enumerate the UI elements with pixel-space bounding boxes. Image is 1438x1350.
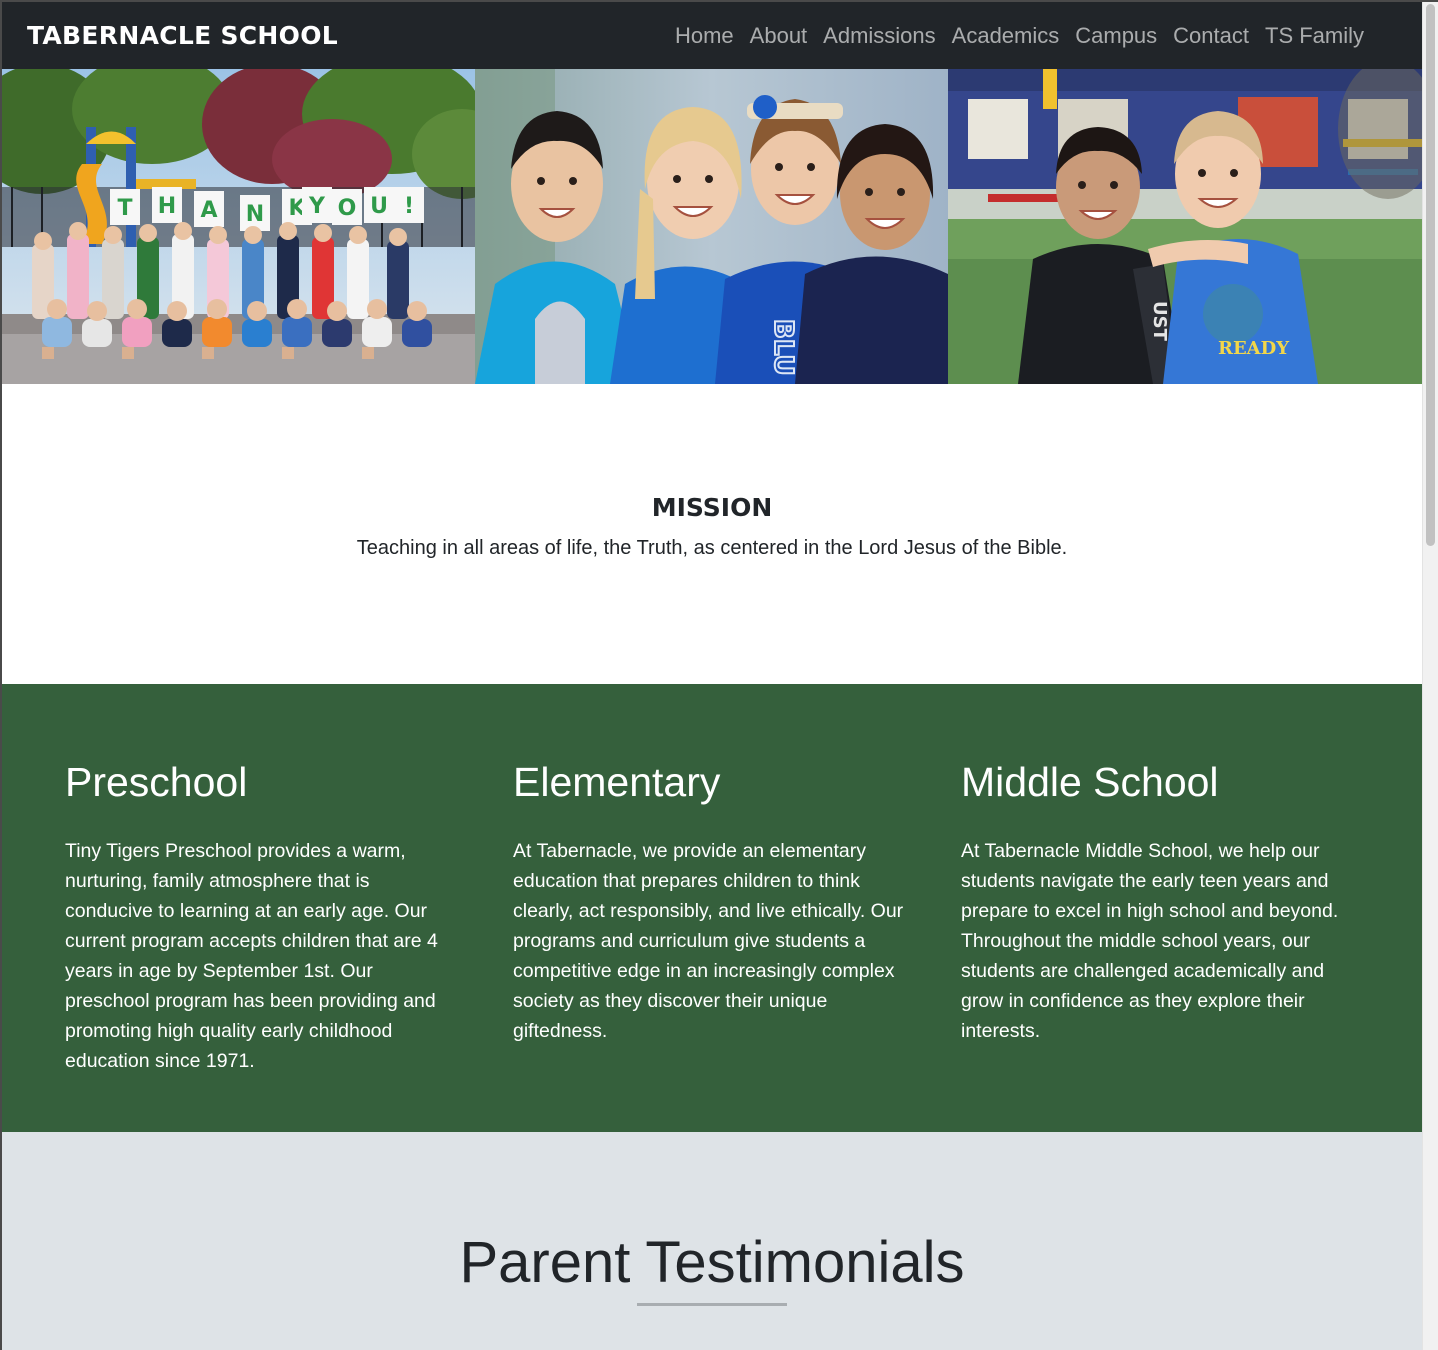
- testimonials-title: Parent Testimonials: [459, 1230, 965, 1295]
- program-preschool: Preschool Tiny Tigers Preschool provides…: [65, 756, 460, 1076]
- vertical-scrollbar[interactable]: [1422, 2, 1438, 1350]
- nav-links: Home About Admissions Academics Campus C…: [667, 20, 1372, 52]
- program-title-middle-school: Middle School: [961, 759, 1219, 805]
- testimonials-divider: [637, 1303, 787, 1306]
- four-students-photo: BLU BLU: [475, 69, 948, 384]
- playground-thank-you-photo: T H A N K Y O U !: [2, 69, 475, 384]
- program-text-middle-school: At Tabernacle Middle School, we help our…: [961, 840, 1339, 1042]
- nav-link-home[interactable]: Home: [667, 20, 742, 52]
- nav-link-academics[interactable]: Academics: [944, 20, 1068, 52]
- svg-text:Y: Y: [308, 194, 326, 219]
- svg-text:A: A: [200, 198, 217, 223]
- scrollbar-thumb[interactable]: [1426, 4, 1435, 546]
- mission-title: MISSION: [651, 493, 773, 522]
- mission-section: MISSION Teaching in all areas of life, t…: [2, 384, 1422, 684]
- brand-logo[interactable]: TABERNACLE SCHOOL: [27, 20, 338, 52]
- two-boys-photo-shirt-text: READY: [1218, 338, 1290, 359]
- svg-text:U: U: [370, 194, 388, 219]
- four-students-photo-shirt-text: BLU: [768, 319, 798, 376]
- nav-link-about[interactable]: About: [742, 20, 816, 52]
- mission-text: Teaching in all areas of life, the Truth…: [356, 537, 1068, 559]
- program-title-elementary: Elementary: [513, 759, 721, 805]
- svg-text:T: T: [117, 196, 132, 221]
- two-boys-photo: UST READY: [948, 69, 1422, 384]
- svg-text:UST: UST: [1149, 301, 1170, 342]
- svg-text:H: H: [158, 194, 176, 219]
- program-elementary: Elementary At Tabernacle, we provide an …: [513, 756, 908, 1046]
- svg-text:N: N: [246, 202, 264, 227]
- program-text-elementary: At Tabernacle, we provide an elementary …: [513, 840, 904, 1042]
- nav-link-campus[interactable]: Campus: [1067, 20, 1165, 52]
- program-title-preschool: Preschool: [65, 759, 248, 805]
- program-middle-school: Middle School At Tabernacle Middle Schoo…: [961, 756, 1356, 1046]
- browser-window: TABERNACLE SCHOOL Home About Admissions …: [2, 2, 1438, 1350]
- program-text-preschool: Tiny Tigers Preschool provides a warm, n…: [65, 840, 438, 1072]
- navbar: TABERNACLE SCHOOL Home About Admissions …: [2, 2, 1422, 69]
- svg-text:!: !: [404, 194, 414, 219]
- programs-section: Preschool Tiny Tigers Preschool provides…: [2, 684, 1422, 1132]
- page: TABERNACLE SCHOOL Home About Admissions …: [2, 2, 1422, 1350]
- nav-link-contact[interactable]: Contact: [1165, 20, 1257, 52]
- nav-link-admissions[interactable]: Admissions: [815, 20, 943, 52]
- testimonials-section: Parent Testimonials: [2, 1132, 1422, 1350]
- hero-photo-strip: T H A N K Y O U ! BLU UST READY: [2, 69, 1422, 384]
- nav-link-ts-family[interactable]: TS Family: [1257, 20, 1372, 52]
- svg-text:O: O: [338, 196, 357, 221]
